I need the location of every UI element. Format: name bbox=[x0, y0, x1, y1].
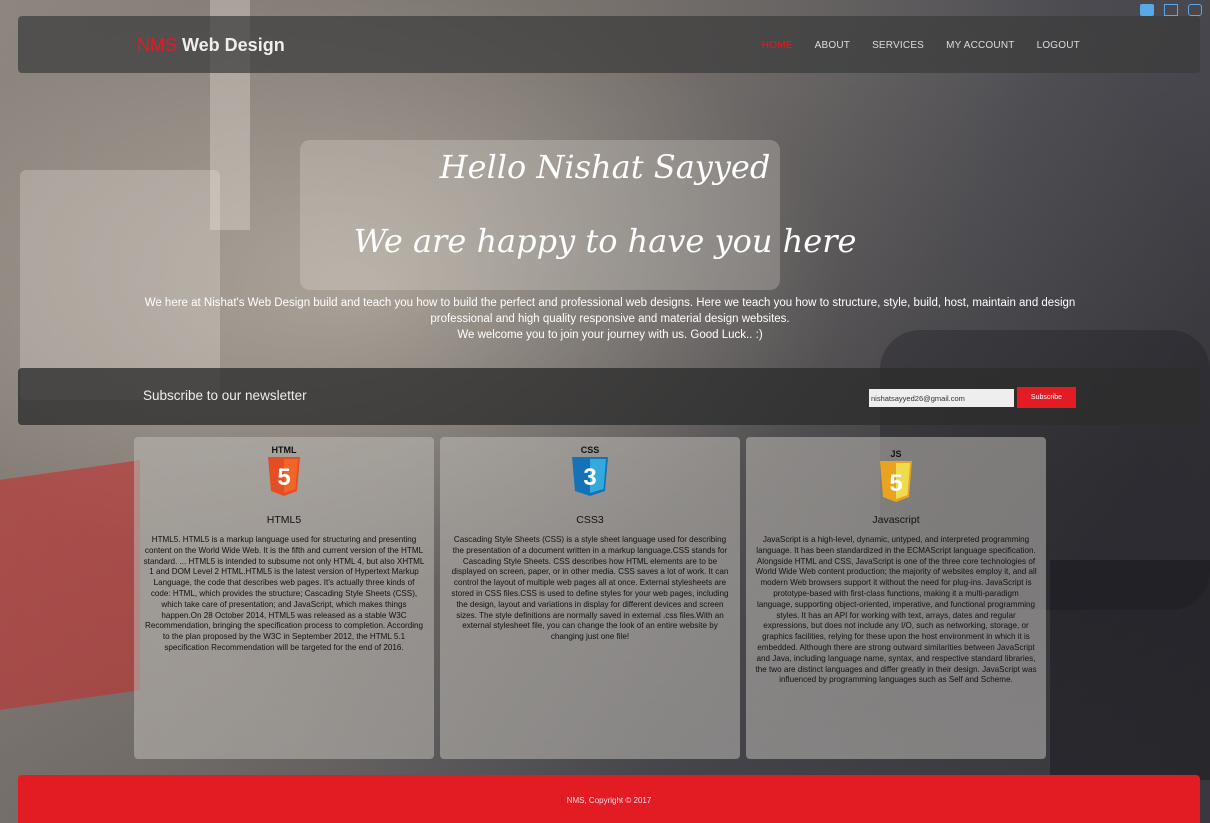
js-logo-label: JS bbox=[890, 449, 901, 459]
card-html5: HTML 5 HTML5 HTML5. HTML5 is a markup la… bbox=[134, 437, 434, 759]
nav-item-about[interactable]: ABOUT bbox=[815, 40, 850, 51]
js-logo-digit: 5 bbox=[889, 470, 902, 497]
subscribe-button[interactable]: Subscribe bbox=[1017, 387, 1076, 408]
card-title: Javascript bbox=[872, 514, 920, 526]
card-title: HTML5 bbox=[266, 514, 302, 526]
navbar: NMS Web Design HOME ABOUT SERVICES MY AC… bbox=[18, 16, 1200, 73]
window-icon bbox=[1164, 4, 1178, 16]
hero-tagline: We are happy to have you here bbox=[353, 222, 857, 260]
newsletter-email-input[interactable] bbox=[869, 389, 1014, 407]
nav-item-my-account[interactable]: MY ACCOUNT bbox=[946, 40, 1015, 51]
brand-accent: NMS bbox=[137, 35, 177, 55]
card-text: JavaScript is a high-level, dynamic, unt… bbox=[755, 535, 1037, 685]
brand-name: Web Design bbox=[177, 35, 285, 55]
hero-greeting: Hello Nishat Sayyed bbox=[439, 148, 771, 186]
system-tray bbox=[1140, 4, 1202, 16]
nav-menu: HOME ABOUT SERVICES MY ACCOUNT LOGOUT bbox=[762, 40, 1080, 51]
card-text: Cascading Style Sheets (CSS) is a style … bbox=[451, 535, 729, 642]
newsletter-title: Subscribe to our newsletter bbox=[143, 388, 307, 403]
network-icon bbox=[1140, 4, 1154, 16]
css3-icon: CSS 3 bbox=[565, 443, 615, 503]
card-title: CSS3 bbox=[576, 514, 604, 526]
newsletter-bar: Subscribe to our newsletter Subscribe bbox=[18, 368, 1200, 425]
nav-item-home[interactable]: HOME bbox=[762, 40, 793, 51]
javascript-icon: JS 5 bbox=[876, 443, 916, 513]
html5-logo-label: HTML bbox=[272, 445, 297, 455]
brand-logo[interactable]: NMS Web Design bbox=[137, 35, 285, 56]
footer: NMS, Copyright © 2017 bbox=[18, 775, 1200, 823]
html5-logo-digit: 5 bbox=[277, 464, 290, 491]
media-icon bbox=[1188, 4, 1202, 16]
card-text: HTML5. HTML5 is a markup language used f… bbox=[143, 535, 425, 652]
nav-item-logout[interactable]: LOGOUT bbox=[1037, 40, 1080, 51]
card-css3: CSS 3 CSS3 Cascading Style Sheets (CSS) … bbox=[440, 437, 740, 759]
footer-copyright: NMS, Copyright © 2017 bbox=[566, 796, 652, 805]
intro-text: We here at Nishat's Web Design build and… bbox=[120, 295, 1100, 343]
css3-logo-label: CSS bbox=[581, 445, 600, 455]
css3-logo-digit: 3 bbox=[583, 464, 596, 491]
intro-line-2: We welcome you to join your journey with… bbox=[457, 329, 763, 341]
intro-line-1: We here at Nishat's Web Design build and… bbox=[144, 297, 1076, 325]
card-javascript: JS 5 Javascript JavaScript is a high-lev… bbox=[746, 437, 1046, 759]
html5-icon: HTML 5 bbox=[264, 443, 304, 503]
nav-item-services[interactable]: SERVICES bbox=[872, 40, 924, 51]
